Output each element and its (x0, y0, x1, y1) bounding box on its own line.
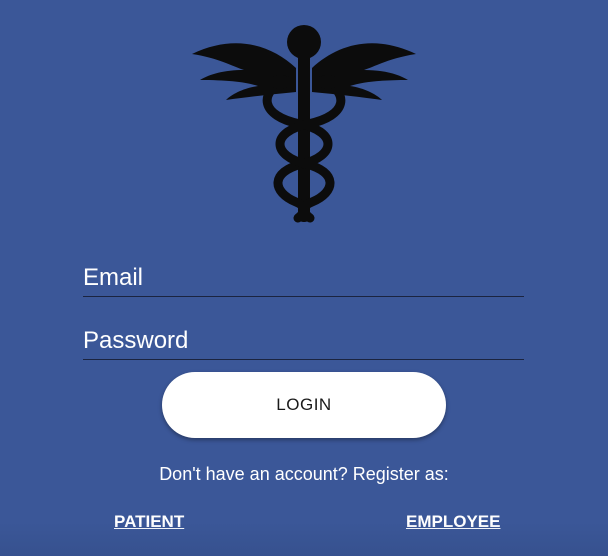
caduceus-logo (188, 6, 420, 238)
email-field[interactable] (83, 256, 524, 297)
register-patient-link[interactable]: PATIENT (114, 512, 184, 532)
login-button[interactable]: LOGIN (162, 372, 446, 438)
register-prompt: Don't have an account? Register as: (159, 464, 449, 484)
password-input[interactable] (83, 327, 524, 359)
register-employee-link[interactable]: EMPLOYEE (406, 512, 500, 532)
password-field[interactable] (83, 319, 524, 360)
bottom-shadow (0, 522, 608, 556)
caduceus-icon (192, 25, 416, 223)
email-input[interactable] (83, 264, 524, 296)
